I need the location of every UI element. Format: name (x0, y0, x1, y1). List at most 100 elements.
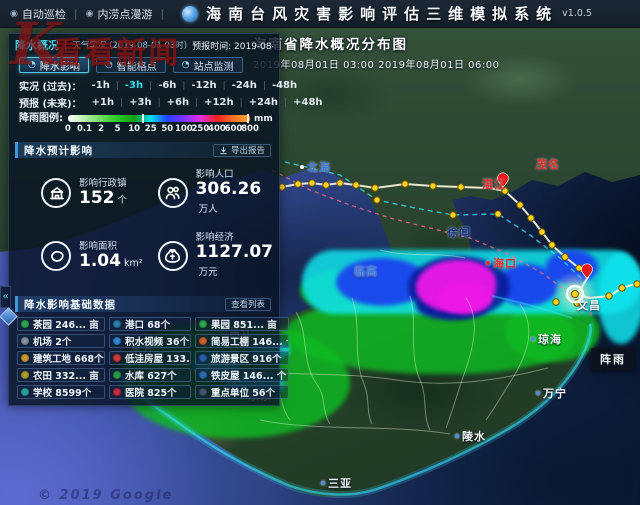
past-chip--48h[interactable]: -48h (266, 80, 303, 91)
category-dot-icon (199, 354, 207, 362)
city-label-陵水[interactable]: 陵水 (455, 428, 486, 444)
track-point-icon[interactable] (374, 197, 380, 203)
stat-label: 影响面积 (79, 238, 143, 252)
basic-item-10[interactable]: 农田 332... 亩 (17, 368, 105, 382)
basic-item-6[interactable]: 简易工棚 146... 个 (195, 334, 289, 348)
basic-item-3[interactable]: 果园 851... 亩 (195, 317, 289, 331)
track-point-icon[interactable] (323, 182, 329, 188)
city-label-text: 陵水 (462, 428, 486, 444)
precipitation-panel: 降水概况 | 天气实况 (2019-08-01 03时) 预报时间: 2019-… (8, 33, 280, 406)
track-point-icon[interactable] (634, 281, 640, 287)
city-label-text: 北海 (307, 159, 331, 175)
typhoon-track-line (282, 183, 638, 298)
future-chip-+12h[interactable]: +12h (198, 97, 239, 108)
stat-2: 影响人口306.26万人 (158, 166, 273, 219)
track-point-icon[interactable] (553, 299, 559, 305)
mode-button-1[interactable]: ◔降水影响 (19, 57, 89, 73)
city-label-北海[interactable]: 北海 (300, 159, 331, 175)
future-time-row: 预报 (未来)： +1h|+3h|+6h|+12h|+24h|+48h (19, 95, 273, 110)
track-point-icon[interactable] (402, 181, 408, 187)
past-chip--12h[interactable]: -12h (185, 80, 222, 91)
track-point-icon[interactable] (295, 181, 301, 187)
basic-item-text: 水库 627个 (125, 368, 177, 382)
menu-item-1[interactable]: ◉自动巡检 (2, 6, 74, 22)
city-label-三亚[interactable]: 三亚 (321, 475, 352, 491)
stat-text: 影响经济1127.07万元 (196, 229, 273, 282)
area-icon (41, 241, 71, 271)
mode-button-2[interactable]: ◔智能格点 (96, 57, 166, 73)
city-label-海口[interactable]: 海口 (486, 255, 517, 271)
future-chip-+1h[interactable]: +1h (86, 97, 120, 108)
future-chips: +1h|+3h|+6h|+12h|+24h|+48h (86, 97, 329, 108)
basic-item-13[interactable]: 学校 8599个 (17, 385, 105, 399)
future-chip-+24h[interactable]: +24h (243, 97, 284, 108)
city-dot-icon (300, 165, 304, 169)
track-point-icon[interactable] (458, 184, 464, 190)
city-label-湛江[interactable]: 湛江 (482, 176, 506, 192)
track-point-icon[interactable] (517, 202, 523, 208)
past-chip--3h[interactable]: -3h (119, 80, 149, 91)
city-label-茂名[interactable]: 茂名 (536, 156, 560, 172)
panel-tab[interactable]: 降水概况 (15, 37, 59, 53)
past-chip--1h[interactable]: -1h (86, 80, 116, 91)
city-label-文昌[interactable]: 文昌 (577, 297, 601, 313)
track-point-icon[interactable] (539, 229, 545, 235)
track-point-icon[interactable] (372, 185, 378, 191)
basic-item-14[interactable]: 医院 825个 (109, 385, 191, 399)
red-location-marker-icon[interactable] (581, 264, 592, 278)
basic-item-text: 机场 2个 (33, 334, 71, 348)
export-report-button[interactable]: 导出报告 (213, 144, 271, 157)
city-label-text: 文昌 (577, 297, 601, 313)
basic-section-header: 降水影响基础数据 查看列表 (15, 296, 273, 312)
future-chip-+3h[interactable]: +3h (123, 97, 157, 108)
track-point-icon[interactable] (562, 254, 568, 260)
basic-item-15[interactable]: 重点单位 56个 (195, 385, 289, 399)
city-label-临高[interactable]: 临高 (354, 263, 378, 279)
city-label-琼海[interactable]: 琼海 (531, 331, 562, 347)
basic-item-7[interactable]: 建筑工地 668个 (17, 351, 105, 365)
map-time-range: 2019年08月01日 03:00 2019年08月01日 06:00 (253, 56, 499, 71)
basic-item-4[interactable]: 机场 2个 (17, 334, 105, 348)
basic-item-text: 重点单位 56个 (211, 385, 275, 399)
track-point-icon[interactable] (430, 183, 436, 189)
basic-item-12[interactable]: 铁皮屋 146... 个 (195, 368, 289, 382)
rain-legend-body: mm 00.125102550100250400600800 (68, 114, 258, 136)
track-point-icon[interactable] (495, 211, 501, 217)
mode-button-3[interactable]: ◔站点监测 (173, 57, 243, 73)
track-point-icon[interactable] (528, 215, 534, 221)
past-chip--6h[interactable]: -6h (152, 80, 182, 91)
app-window: 北海茂名湛江徐闻临高海口文昌琼海万宁陵水三亚东方昌江乐东 阵雨 海南省降水概况分… (0, 0, 640, 505)
menu-item-2[interactable]: ◉内涝点漫游 (78, 6, 161, 22)
basic-item-9[interactable]: 旅游景区 916个 (195, 351, 289, 365)
stat-text: 影响行政镇152个 (79, 175, 127, 210)
future-chip-+48h[interactable]: +48h (287, 97, 328, 108)
track-point-icon[interactable] (606, 293, 612, 299)
past-chips: -1h|-3h|-6h|-12h|-24h|-48h (86, 80, 304, 91)
track-point-icon[interactable] (450, 212, 456, 218)
basic-item-5[interactable]: 积水视频 36个 (109, 334, 191, 348)
view-list-button[interactable]: 查看列表 (225, 298, 271, 311)
category-dot-icon (199, 371, 207, 379)
basic-item-text: 茶园 246... 亩 (33, 317, 99, 331)
track-point-icon[interactable] (549, 242, 555, 248)
past-chip--24h[interactable]: -24h (226, 80, 263, 91)
city-label-徐闻[interactable]: 徐闻 (447, 224, 471, 240)
track-point-icon[interactable] (309, 180, 315, 186)
track-point-icon[interactable] (619, 285, 625, 291)
basic-item-1[interactable]: 茶园 246... 亩 (17, 317, 105, 331)
legend-tick: 800 (241, 124, 259, 134)
basic-item-text: 低洼房屋 133... 个 (125, 351, 191, 365)
track-point-icon[interactable] (337, 180, 343, 186)
panel-collapse-button[interactable]: « (0, 286, 11, 308)
basic-item-2[interactable]: 港口 68个 (109, 317, 191, 331)
track-point-icon[interactable] (353, 182, 359, 188)
stat-value: 306.26万人 (196, 180, 273, 219)
app-version: v1.0.5 (562, 8, 592, 19)
basic-item-text: 积水视频 36个 (125, 334, 189, 348)
basic-item-11[interactable]: 水库 627个 (109, 368, 191, 382)
future-label: 预报 (未来)： (19, 95, 82, 110)
city-label-万宁[interactable]: 万宁 (536, 385, 567, 401)
basic-item-8[interactable]: 低洼房屋 133... 个 (109, 351, 191, 365)
future-chip-+6h[interactable]: +6h (161, 97, 195, 108)
export-report-label: 导出报告 (231, 144, 265, 156)
